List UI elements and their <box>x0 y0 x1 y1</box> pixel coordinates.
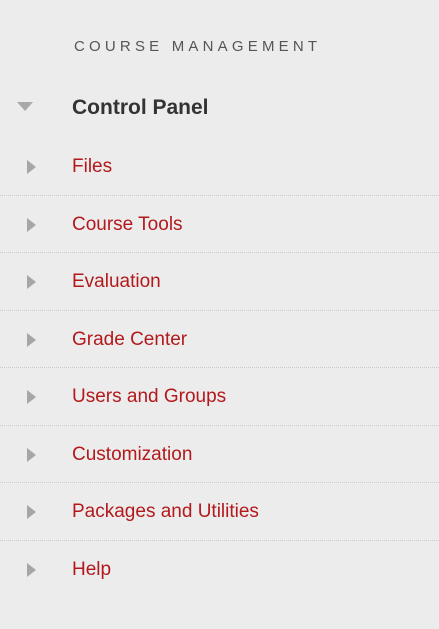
control-panel-menu: Files Course Tools Evaluation Grade Cent… <box>0 138 439 598</box>
menu-item-label[interactable]: Customization <box>72 444 192 466</box>
triangle-right-icon <box>27 447 36 462</box>
section-heading: COURSE MANAGEMENT <box>74 38 322 55</box>
triangle-down-icon <box>17 102 33 111</box>
menu-item-label[interactable]: Evaluation <box>72 271 161 293</box>
triangle-right-icon <box>27 390 36 404</box>
menu-item-label[interactable]: Users and Groups <box>72 386 226 408</box>
triangle-right-icon <box>27 160 36 174</box>
course-management-panel: COURSE MANAGEMENT Control Panel Files Co… <box>0 0 439 629</box>
menu-item-label[interactable]: Help <box>72 559 111 581</box>
menu-item-label[interactable]: Files <box>72 156 112 178</box>
menu-item-customization[interactable]: Customization <box>0 426 439 483</box>
menu-item-label[interactable]: Packages and Utilities <box>72 501 259 523</box>
menu-item-users-and-groups[interactable]: Users and Groups <box>0 368 439 426</box>
menu-item-grade-center[interactable]: Grade Center <box>0 311 439 368</box>
menu-item-evaluation[interactable]: Evaluation <box>0 253 439 311</box>
triangle-right-icon <box>27 505 36 519</box>
menu-item-label[interactable]: Course Tools <box>72 214 183 236</box>
menu-item-files[interactable]: Files <box>0 138 439 196</box>
triangle-right-icon <box>27 332 36 347</box>
control-panel-toggle[interactable]: Control Panel <box>0 82 439 138</box>
triangle-right-icon <box>27 217 36 232</box>
menu-item-packages-and-utilities[interactable]: Packages and Utilities <box>0 483 439 541</box>
triangle-right-icon <box>27 275 36 289</box>
control-panel-label: Control Panel <box>72 96 209 119</box>
triangle-right-icon <box>27 562 36 577</box>
menu-item-label[interactable]: Grade Center <box>72 329 187 351</box>
menu-item-course-tools[interactable]: Course Tools <box>0 196 439 253</box>
menu-item-help[interactable]: Help <box>0 541 439 599</box>
